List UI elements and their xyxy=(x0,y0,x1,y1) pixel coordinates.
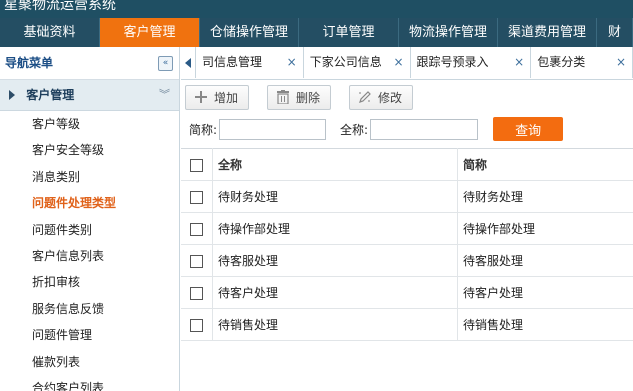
delete-button[interactable]: 删除 xyxy=(267,84,332,110)
window-title: 星聚物流运营系统 xyxy=(0,0,633,18)
row-checkbox[interactable] xyxy=(190,318,203,332)
cell-short-name: 待财务处理 xyxy=(457,180,633,213)
sidebar-item[interactable]: 催款列表 xyxy=(0,349,179,375)
double-chevron-down-icon[interactable]: ︾ xyxy=(159,80,170,110)
query-button[interactable]: 查询 xyxy=(493,117,564,141)
column-header-full-name[interactable]: 全称 xyxy=(212,148,458,181)
cell-short-name: 待客户处理 xyxy=(457,276,633,309)
table-body: 待财务处理 待财务处理 待操作部处理 待操作部处理 待客服处理 待客服处理 待客户处理 待客户… xyxy=(181,180,633,341)
topnav-tab-5[interactable]: 渠道费用管理 xyxy=(498,18,597,47)
sidebar-item[interactable]: 问题件处理类型 xyxy=(0,190,179,216)
edit-button[interactable]: 修改 xyxy=(349,84,414,110)
sidebar-item[interactable]: 问题件管理 xyxy=(0,322,179,348)
close-icon[interactable]: × xyxy=(616,47,626,78)
collapse-icon[interactable]: « xyxy=(158,56,173,71)
plus-icon xyxy=(194,90,208,104)
sidebar-header: 导航菜单 « xyxy=(0,47,179,80)
table-row[interactable]: 待操作部处理 待操作部处理 xyxy=(181,212,633,245)
main-content: 司信息管理 × 下家公司信息 × 跟踪号预录入 × 包裹分类 × 增加 删除 修改 简称: 全… xyxy=(181,47,633,391)
add-button[interactable]: 增加 xyxy=(185,84,250,110)
row-checkbox[interactable] xyxy=(190,190,203,204)
select-all-cell xyxy=(181,148,213,181)
data-table: 全称 简称 待财务处理 待财务处理 待操作部处理 待操作部处理 待客服处理 待客服处理 待客… xyxy=(181,148,633,341)
table-row[interactable]: 待财务处理 待财务处理 xyxy=(181,180,633,213)
row-select-cell xyxy=(181,212,213,245)
add-button-label: 增加 xyxy=(214,90,239,105)
trash-icon xyxy=(276,90,290,104)
expand-triangle-icon xyxy=(9,90,15,100)
cell-full-name: 待客户处理 xyxy=(212,276,458,309)
cell-full-name: 待销售处理 xyxy=(212,308,458,341)
sidebar-item[interactable]: 消息类别 xyxy=(0,164,179,190)
tab-scroll-left-icon[interactable] xyxy=(181,47,196,78)
row-checkbox[interactable] xyxy=(190,286,203,300)
full-name-input[interactable] xyxy=(370,118,479,140)
table-row[interactable]: 待客户处理 待客户处理 xyxy=(181,276,633,309)
row-checkbox[interactable] xyxy=(190,222,203,236)
sidebar-item[interactable]: 客户等级 xyxy=(0,111,179,137)
cell-full-name: 待财务处理 xyxy=(212,180,458,213)
sidebar-item[interactable]: 客户安全等级 xyxy=(0,137,179,163)
short-name-label: 简称: xyxy=(189,122,218,137)
cell-short-name: 待销售处理 xyxy=(457,308,633,341)
sidebar-item[interactable]: 服务信息反馈 xyxy=(0,296,179,322)
page-tab-3[interactable]: 包裹分类 × xyxy=(531,47,633,78)
full-name-label: 全称: xyxy=(340,122,369,137)
page-tab-0[interactable]: 司信息管理 × xyxy=(196,47,304,78)
close-icon[interactable]: × xyxy=(514,47,524,78)
table-row[interactable]: 待客服处理 待客服处理 xyxy=(181,244,633,277)
sidebar-group-customer[interactable]: 客户管理 ︾ xyxy=(0,80,179,111)
page-tab-1[interactable]: 下家公司信息 × xyxy=(304,47,411,78)
table-header-row: 全称 简称 xyxy=(181,148,633,181)
sidebar-item[interactable]: 问题件类别 xyxy=(0,217,179,243)
topnav-tab-0[interactable]: 基础资料 xyxy=(0,18,100,47)
row-select-cell xyxy=(181,244,213,277)
page-tab-label: 跟踪号预录入 xyxy=(416,55,489,69)
sidebar-item[interactable]: 折扣审核 xyxy=(0,269,179,295)
sidebar-items: 客户等级 客户安全等级 消息类别 问题件处理类型 问题件类别 客户信息列表 折扣审核 服务信息… xyxy=(0,111,179,391)
topnav-tab-4[interactable]: 物流操作管理 xyxy=(399,18,498,47)
select-all-checkbox[interactable] xyxy=(190,158,203,172)
page-tab-2[interactable]: 跟踪号预录入 × xyxy=(411,47,532,78)
edit-button-label: 修改 xyxy=(378,90,403,105)
delete-button-label: 删除 xyxy=(296,90,321,105)
cell-full-name: 待客服处理 xyxy=(212,244,458,277)
row-select-cell xyxy=(181,308,213,341)
sidebar-title: 导航菜单 xyxy=(5,56,54,70)
row-select-cell xyxy=(181,180,213,213)
sidebar: 导航菜单 « 客户管理 ︾ 客户等级 客户安全等级 消息类别 问题件处理类型 问题件类别… xyxy=(0,47,180,391)
column-header-short-name[interactable]: 简称 xyxy=(457,148,633,181)
cell-short-name: 待客服处理 xyxy=(457,244,633,277)
top-nav: 基础资料 客户管理 仓储操作管理 订单管理 物流操作管理 渠道费用管理财 xyxy=(0,18,633,47)
sidebar-item[interactable]: 合约客户列表 xyxy=(0,375,179,391)
topnav-tab-6[interactable]: 财 xyxy=(597,18,633,47)
short-name-input[interactable] xyxy=(219,118,327,140)
row-select-cell xyxy=(181,276,213,309)
page-tab-label: 司信息管理 xyxy=(201,55,262,69)
sidebar-item[interactable]: 客户信息列表 xyxy=(0,243,179,269)
table-row[interactable]: 待销售处理 待销售处理 xyxy=(181,308,633,341)
close-icon[interactable]: × xyxy=(287,47,297,78)
cell-short-name: 待操作部处理 xyxy=(457,212,633,245)
cell-full-name: 待操作部处理 xyxy=(212,212,458,245)
topnav-tab-2[interactable]: 仓储操作管理 xyxy=(200,18,299,47)
pencil-icon xyxy=(358,90,372,104)
topnav-tab-1[interactable]: 客户管理 xyxy=(100,18,200,47)
sidebar-group-label: 客户管理 xyxy=(26,88,75,102)
row-checkbox[interactable] xyxy=(190,254,203,268)
topnav-tab-3[interactable]: 订单管理 xyxy=(299,18,399,47)
toolbar: 增加 删除 修改 xyxy=(181,80,633,114)
page-tab-label: 包裹分类 xyxy=(537,55,586,69)
page-tabs: 司信息管理 × 下家公司信息 × 跟踪号预录入 × 包裹分类 × xyxy=(181,47,633,80)
page-tab-label: 下家公司信息 xyxy=(309,55,382,69)
close-icon[interactable]: × xyxy=(393,47,403,78)
search-bar: 简称: 全称: 查询 xyxy=(181,114,633,144)
